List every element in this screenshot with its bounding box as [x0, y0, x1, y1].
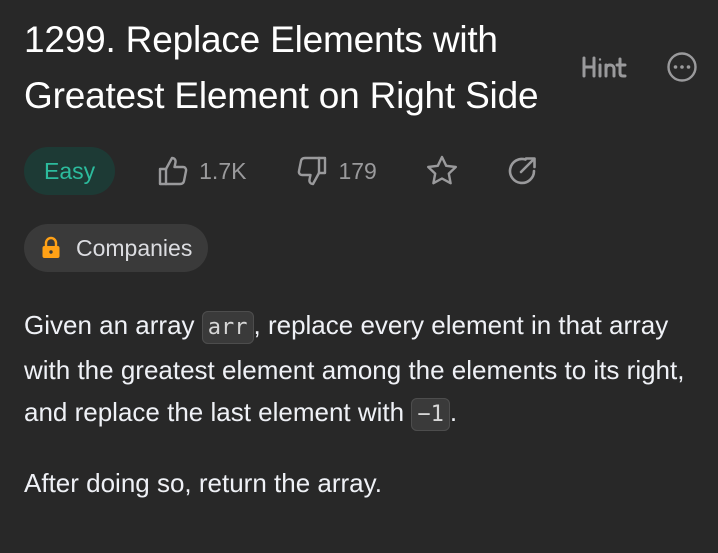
companies-button[interactable]: Companies	[24, 224, 209, 272]
share-button[interactable]	[505, 154, 539, 188]
problem-meta-row: Easy 1.7K 179	[24, 147, 539, 195]
problem-description: Given an array arr, replace every elemen…	[24, 304, 714, 436]
inline-code-neg-one: −1	[411, 398, 450, 431]
hint-button[interactable]: Hint	[580, 52, 628, 82]
thumbs-down-icon	[298, 156, 327, 186]
share-icon	[508, 157, 536, 185]
problem-title: 1299. Replace Elements with Greatest Ele…	[24, 19, 539, 116]
like-button[interactable]: 1.7K	[157, 155, 246, 187]
hint-icon	[582, 56, 627, 78]
like-count: 1.7K	[199, 157, 247, 184]
favorite-button[interactable]	[425, 154, 459, 188]
description-text: Given an array	[24, 310, 202, 340]
inline-code-arr: arr	[201, 311, 254, 344]
companies-label: Companies	[76, 234, 193, 261]
more-options-button[interactable]	[666, 51, 698, 83]
star-icon	[426, 155, 457, 185]
description-text: .	[449, 397, 458, 427]
more-options-icon	[667, 52, 697, 82]
problem-description-return: After doing so, return the array.	[24, 468, 382, 498]
dislike-count: 179	[338, 157, 377, 184]
difficulty-badge[interactable]: Easy	[24, 147, 116, 195]
dislike-button[interactable]: 179	[296, 155, 377, 187]
lock-icon	[42, 236, 60, 258]
thumbs-up-icon	[158, 156, 188, 186]
